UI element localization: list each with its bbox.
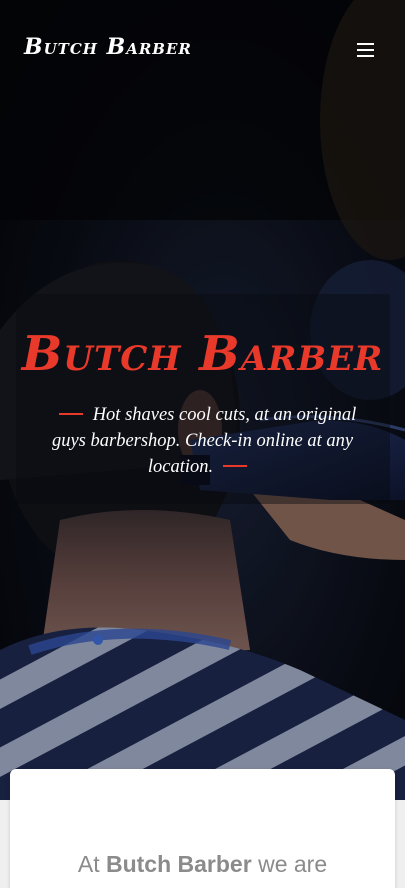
accent-dash — [223, 464, 248, 467]
page: Butch Barber Butch Barber Hot shaves coo… — [0, 0, 405, 888]
hamburger-menu-icon[interactable] — [350, 38, 380, 62]
intro-heading: At Butch Barber we are — [10, 851, 395, 878]
hero-tagline: Hot shaves cool cuts, at an original guy… — [30, 402, 375, 480]
intro-prefix: At — [77, 851, 100, 877]
hero-title: Butch Barber — [21, 326, 384, 382]
menu-bar — [357, 43, 374, 45]
brand-logo[interactable]: Butch Barber — [24, 34, 192, 60]
accent-dash — [58, 412, 83, 415]
menu-bar — [357, 55, 374, 57]
menu-bar — [357, 49, 374, 51]
hero-tagline-text: Hot shaves cool cuts, at an original guy… — [51, 405, 357, 477]
intro-brand: Butch Barber — [105, 851, 252, 877]
intro-suffix: we are — [258, 851, 328, 877]
